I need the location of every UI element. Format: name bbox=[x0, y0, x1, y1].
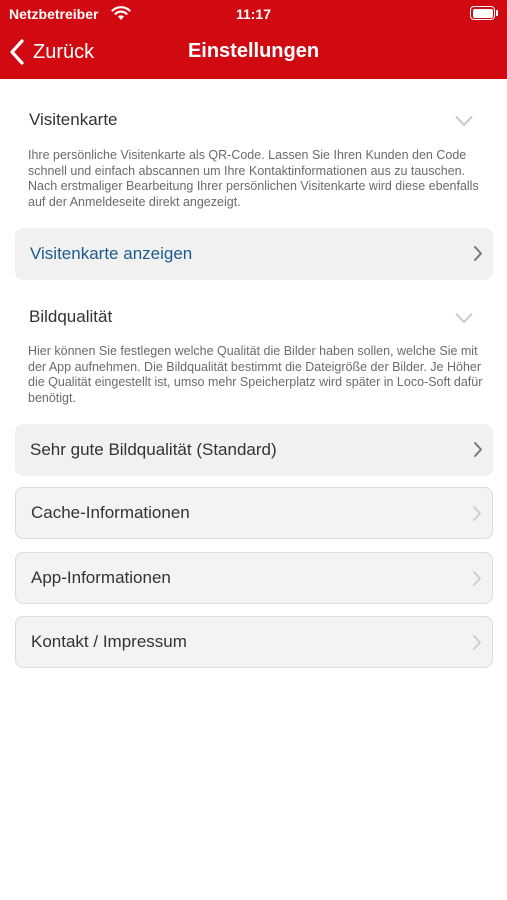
app-info-label: App-Informationen bbox=[31, 568, 171, 587]
chevron-right-icon bbox=[473, 571, 481, 586]
cache-info-item[interactable]: Cache-Informationen bbox=[15, 487, 493, 539]
chevron-down-icon[interactable] bbox=[455, 312, 473, 324]
image-quality-value: Sehr gute Bildqualität (Standard) bbox=[30, 440, 277, 459]
contact-imprint-label: Kontakt / Impressum bbox=[31, 632, 187, 651]
section-description-bildqualitaet: Hier können Sie festlegen welche Qualitä… bbox=[28, 344, 483, 405]
battery-icon bbox=[470, 6, 498, 20]
chevron-right-icon bbox=[473, 635, 481, 650]
chevron-down-icon[interactable] bbox=[455, 115, 473, 127]
show-business-card-label: Visitenkarte anzeigen bbox=[30, 244, 193, 263]
section-heading-visitenkarte: Visitenkarte bbox=[29, 110, 118, 129]
image-quality-select[interactable]: Sehr gute Bildqualität (Standard) bbox=[15, 424, 493, 476]
show-business-card-button[interactable]: Visitenkarte anzeigen bbox=[15, 228, 493, 280]
section-description-visitenkarte: Ihre persönliche Visitenkarte als QR-Cod… bbox=[28, 148, 479, 209]
page-title: Einstellungen bbox=[187, 40, 320, 62]
cache-info-label: Cache-Informationen bbox=[31, 503, 190, 522]
chevron-right-icon bbox=[474, 442, 482, 457]
app-info-item[interactable]: App-Informationen bbox=[15, 552, 493, 604]
status-time: 11:17 bbox=[235, 6, 272, 22]
navigation-bar: Netzbetreiber 11:17 Zurück Einstellungen bbox=[0, 0, 507, 79]
section-heading-bildqualitaet: Bildqualität bbox=[29, 307, 113, 326]
chevron-right-icon bbox=[474, 246, 482, 261]
contact-imprint-item[interactable]: Kontakt / Impressum bbox=[15, 616, 493, 668]
status-bar: Netzbetreiber 11:17 bbox=[0, 0, 507, 28]
chevron-right-icon bbox=[473, 506, 481, 521]
